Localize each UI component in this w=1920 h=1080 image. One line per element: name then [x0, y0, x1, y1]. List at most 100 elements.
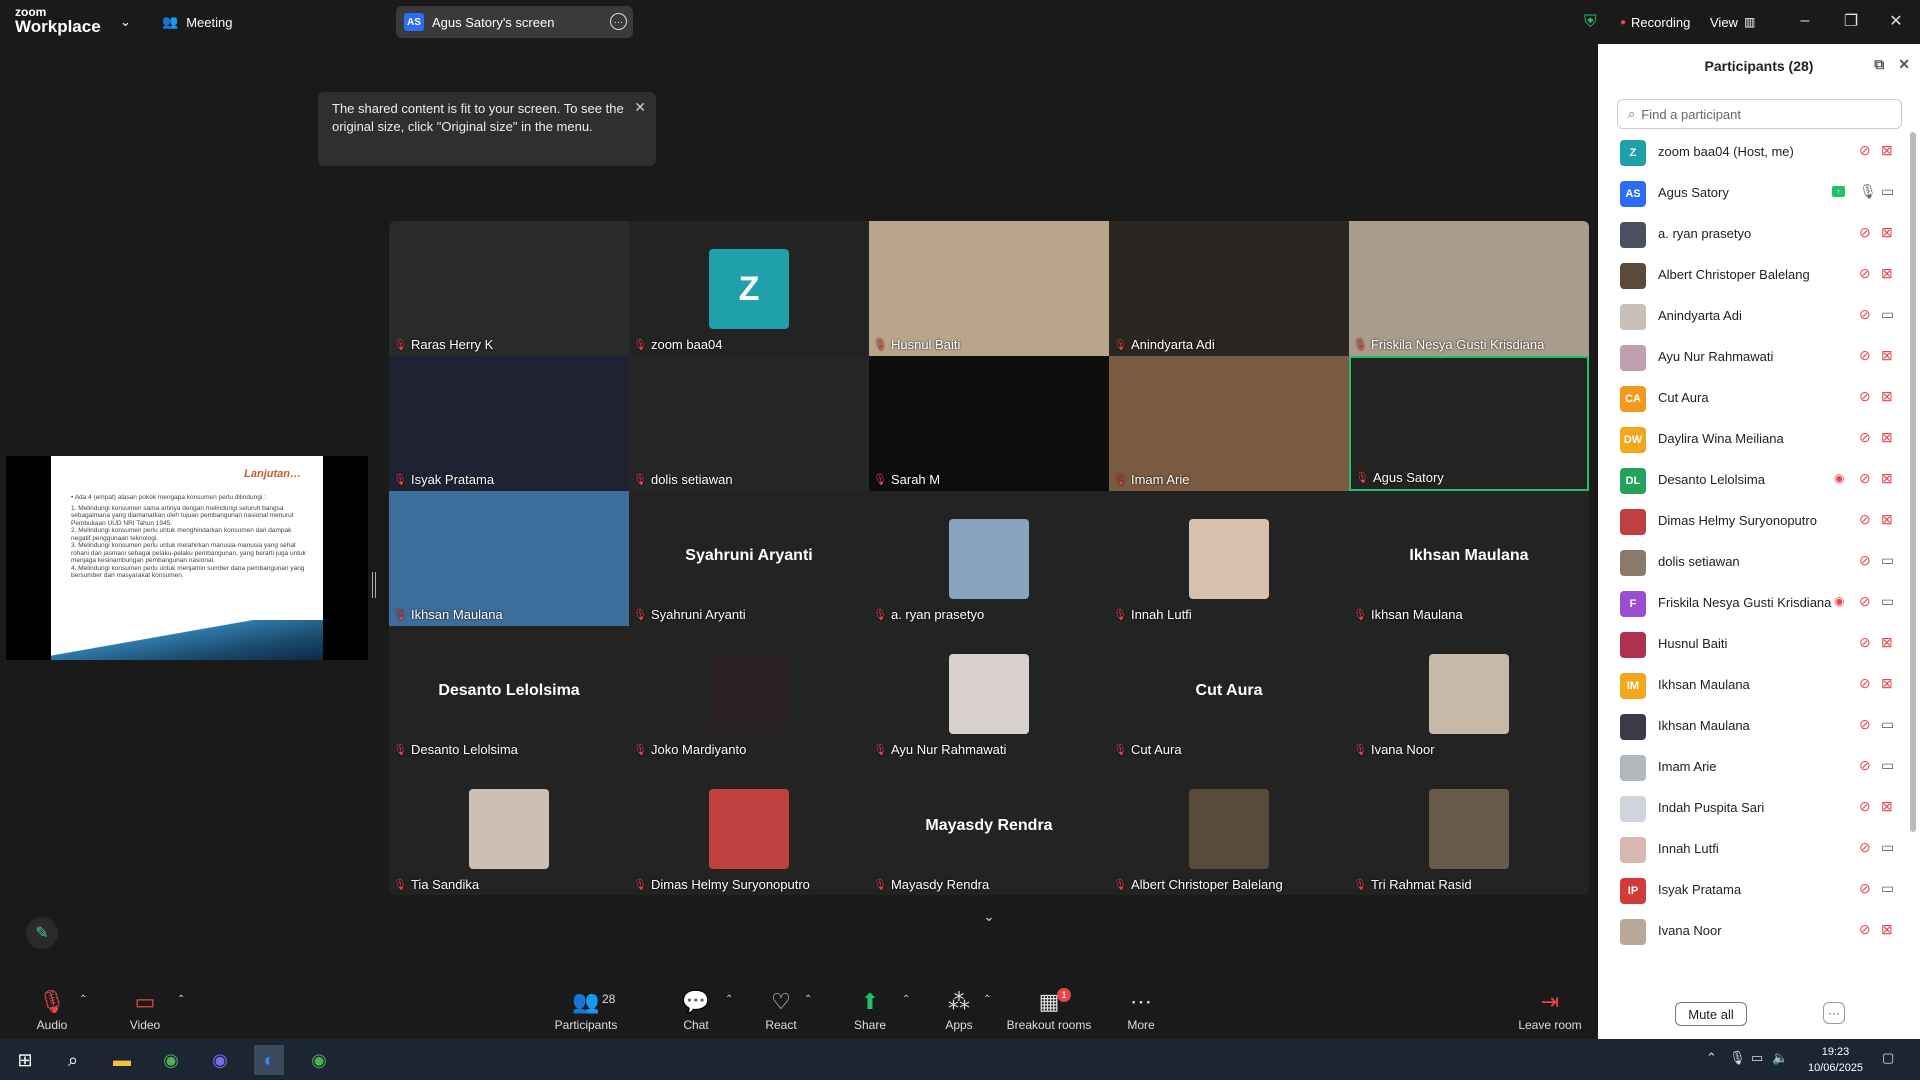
panel-more-button[interactable]: ···	[1823, 1002, 1845, 1024]
participant-row[interactable]: Ivana Noor ⊘ ⊠	[1598, 911, 1908, 950]
tray-mic-icon[interactable]: 🎙	[1729, 1050, 1746, 1066]
video-off-icon[interactable]: ⊠	[1881, 511, 1893, 528]
muted-mic-icon[interactable]: ⊘	[1859, 429, 1871, 446]
video-tile[interactable]: 🎙 Husnul Baiti	[869, 221, 1109, 356]
video-tile[interactable]: 🎙 Tia Sandika	[389, 761, 629, 895]
video-off-icon[interactable]: ⊠	[1881, 388, 1893, 405]
volume-icon[interactable]: 🔈	[1772, 1050, 1788, 1066]
video-tile[interactable]: 🎙 Joko Mardiyanto	[629, 626, 869, 761]
audio-options-caret-icon[interactable]: ⌃	[79, 994, 87, 1005]
video-camera-icon[interactable]: ▭	[1881, 306, 1894, 323]
video-camera-icon[interactable]: ▭	[1881, 593, 1894, 610]
muted-mic-icon[interactable]: ⊘	[1859, 306, 1871, 323]
participant-row[interactable]: dolis setiawan ⊘ ▭	[1598, 542, 1908, 583]
video-camera-icon[interactable]: ▭	[1881, 839, 1894, 856]
close-icon[interactable]: ✕	[1898, 56, 1910, 73]
participant-row[interactable]: Ayu Nur Rahmawati ⊘ ⊠	[1598, 337, 1908, 378]
more-options-icon[interactable]: ···	[610, 13, 627, 30]
video-tile[interactable]: Z 🎙 zoom baa04	[629, 221, 869, 356]
video-camera-icon[interactable]: ▭	[1881, 552, 1894, 569]
muted-mic-icon[interactable]: ⊘	[1859, 921, 1871, 938]
muted-mic-icon[interactable]: ⊘	[1859, 552, 1871, 569]
muted-mic-icon[interactable]: ⊘	[1859, 511, 1871, 528]
video-tile[interactable]: 🎙 Imam Arie	[1109, 356, 1349, 491]
muted-mic-icon[interactable]: ⊘	[1859, 347, 1871, 364]
participant-row[interactable]: IP Isyak Pratama ⊘ ▭	[1598, 870, 1908, 911]
muted-mic-icon[interactable]: ⊘	[1859, 142, 1871, 159]
share-button[interactable]: ⬆ Share	[852, 990, 888, 1036]
video-tile[interactable]: 🎙 Friskila Nesya Gusti Krisdiana	[1349, 221, 1589, 356]
search-icon[interactable]: ⌕	[58, 1045, 88, 1075]
participant-row[interactable]: a. ryan prasetyo ⊘ ⊠	[1598, 214, 1908, 255]
video-camera-icon[interactable]: ▭	[1881, 880, 1894, 897]
video-tile[interactable]: Cut Aura 🎙 Cut Aura	[1109, 626, 1349, 761]
resize-handle[interactable]	[372, 572, 376, 598]
video-camera-icon[interactable]: ▭	[1881, 183, 1894, 200]
chevron-down-icon[interactable]: ⌄	[120, 0, 131, 44]
chrome-icon[interactable]: ◉	[156, 1045, 186, 1075]
video-tile[interactable]: Ikhsan Maulana 🎙 Ikhsan Maulana	[1349, 491, 1589, 626]
video-button[interactable]: ▭ Video	[128, 990, 162, 1036]
video-camera-icon[interactable]: ▭	[1881, 757, 1894, 774]
video-tile[interactable]: 🎙 Innah Lutfi	[1109, 491, 1349, 626]
recording-indicator[interactable]: ● Recording	[1620, 0, 1690, 44]
video-off-icon[interactable]: ⊠	[1881, 265, 1893, 282]
muted-mic-icon[interactable]: ⊘	[1859, 388, 1871, 405]
video-tile[interactable]: 🎙 Tri Rahmat Rasid	[1349, 761, 1589, 895]
participant-row[interactable]: Ikhsan Maulana ⊘ ▭	[1598, 706, 1908, 747]
video-tile[interactable]: 🎙 Isyak Pratama	[389, 356, 629, 491]
video-off-icon[interactable]: ⊠	[1881, 798, 1893, 815]
tray-overflow-icon[interactable]: ⌃	[1706, 1050, 1717, 1066]
participant-list-scrollbar[interactable]	[1910, 132, 1916, 832]
pop-out-icon[interactable]: ⧉	[1874, 56, 1884, 73]
mic-icon[interactable]: 🎙	[1859, 183, 1877, 200]
restore-icon[interactable]: ❐	[1841, 10, 1861, 32]
video-off-icon[interactable]: ⊠	[1881, 470, 1893, 487]
video-tile[interactable]: Mayasdy Rendra 🎙 Mayasdy Rendra	[869, 761, 1109, 895]
muted-mic-icon[interactable]: ⊘	[1859, 265, 1871, 282]
video-tile[interactable]: 🎙 a. ryan prasetyo	[869, 491, 1109, 626]
apps-button[interactable]: ⁂ Apps	[944, 990, 974, 1036]
participant-row[interactable]: F Friskila Nesya Gusti Krisdiana ◉ ⊘ ▭	[1598, 583, 1908, 624]
participant-row[interactable]: CA Cut Aura ⊘ ⊠	[1598, 378, 1908, 419]
notifications-icon[interactable]: ▢	[1882, 1050, 1894, 1066]
muted-mic-icon[interactable]: ⊘	[1859, 470, 1871, 487]
windows-start-icon[interactable]: ⊞	[10, 1045, 40, 1075]
annotate-pencil-icon[interactable]: ✎	[26, 917, 58, 949]
participant-row[interactable]: Imam Arie ⊘ ▭	[1598, 747, 1908, 788]
breakout-rooms-button[interactable]: ▦ Breakout rooms	[1006, 990, 1092, 1036]
video-tile[interactable]: 🎙 Anindyarta Adi	[1109, 221, 1349, 356]
video-tile[interactable]: Desanto Lelolsima 🎙 Desanto Lelolsima	[389, 626, 629, 761]
video-off-icon[interactable]: ⊠	[1881, 224, 1893, 241]
video-tile[interactable]: 🎙 Sarah M	[869, 356, 1109, 491]
participant-row[interactable]: IM Ikhsan Maulana ⊘ ⊠	[1598, 665, 1908, 706]
video-off-icon[interactable]: ⊠	[1881, 921, 1893, 938]
video-tile[interactable]: 🎙 dolis setiawan	[629, 356, 869, 491]
muted-mic-icon[interactable]: ⊘	[1859, 880, 1871, 897]
more-button[interactable]: ⋯ More	[1124, 990, 1158, 1036]
muted-mic-icon[interactable]: ⊘	[1859, 757, 1871, 774]
participant-row[interactable]: Zzoom baa04 (Host, me) ⊘ ⊠	[1598, 132, 1908, 173]
minimize-icon[interactable]: –	[1795, 10, 1815, 32]
participant-row[interactable]: Indah Puspita Sari ⊘ ⊠	[1598, 788, 1908, 829]
shared-screen-thumbnail[interactable]: Lanjutan… • Ada 4 (empat) alasan pokok m…	[6, 456, 368, 660]
muted-mic-icon[interactable]: ⊘	[1859, 675, 1871, 692]
participant-row[interactable]: Albert Christoper Balelang ⊘ ⊠	[1598, 255, 1908, 296]
video-off-icon[interactable]: ⊠	[1881, 142, 1893, 159]
video-off-icon[interactable]: ⊠	[1881, 347, 1893, 364]
video-tile[interactable]: 🎙 Raras Herry K	[389, 221, 629, 356]
muted-mic-icon[interactable]: ⊘	[1859, 798, 1871, 815]
muted-mic-icon[interactable]: ⊘	[1859, 634, 1871, 651]
participant-row[interactable]: Husnul Baiti ⊘ ⊠	[1598, 624, 1908, 665]
video-tile[interactable]: 🎙 Ivana Noor	[1349, 626, 1589, 761]
close-window-icon[interactable]: ✕	[1886, 10, 1906, 32]
participant-row[interactable]: Innah Lutfi ⊘ ▭	[1598, 829, 1908, 870]
shared-screen-pill[interactable]: AS Agus Satory's screen ···	[396, 6, 633, 38]
share-options-caret-icon[interactable]: ⌃	[902, 994, 910, 1005]
chrome-icon[interactable]: ◉	[304, 1045, 334, 1075]
video-tile[interactable]: Syahruni Aryanti 🎙 Syahruni Aryanti	[629, 491, 869, 626]
video-off-icon[interactable]: ⊠	[1881, 634, 1893, 651]
network-icon[interactable]: ▭	[1751, 1050, 1763, 1066]
video-tile[interactable]: 🎙 Albert Christoper Balelang	[1109, 761, 1349, 895]
app-icon[interactable]: ◉	[205, 1045, 235, 1075]
